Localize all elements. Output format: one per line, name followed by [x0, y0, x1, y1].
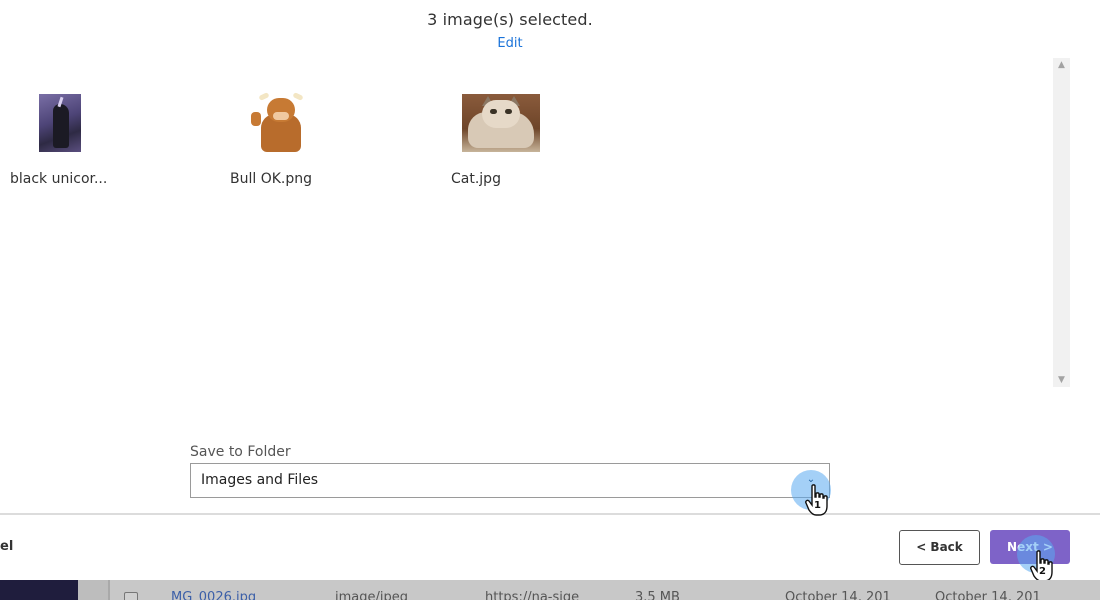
unicorn-thumbnail [39, 94, 81, 152]
scroll-up-icon[interactable]: ▲ [1053, 58, 1070, 72]
cancel-button[interactable]: el [0, 539, 13, 554]
edit-link[interactable]: Edit [0, 36, 1020, 51]
folder-select[interactable]: Images and Files [190, 463, 830, 498]
footer-divider [0, 513, 1100, 515]
selection-count-title: 3 image(s) selected. [427, 10, 593, 29]
scroll-down-icon[interactable]: ▼ [1053, 373, 1070, 387]
back-button[interactable]: < Back [899, 530, 980, 565]
table-cell-modified: October 14, 201 [935, 590, 1041, 600]
table-cell-url: https://na-sjge [485, 590, 580, 600]
table-cell-size: 3.5 MB [635, 590, 680, 600]
cat-thumbnail [462, 94, 540, 152]
cursor-step-badge: 2 [1039, 566, 1046, 577]
row-checkbox[interactable] [124, 592, 138, 600]
table-cell-created: October 14, 201 [785, 590, 891, 600]
image-caption: Cat.jpg [451, 171, 501, 187]
image-caption: black unicor... [10, 171, 108, 187]
folder-select-value: Images and Files [201, 472, 319, 488]
background-sidebar [0, 580, 78, 600]
bull-thumbnail [249, 92, 311, 152]
cursor-step-badge: 1 [814, 500, 821, 511]
image-caption: Bull OK.png [230, 171, 313, 187]
hand-cursor-icon: 2 [1030, 550, 1056, 584]
save-to-folder-label: Save to Folder [190, 444, 291, 460]
table-cell-filename[interactable]: MG_0026.jpg [171, 590, 256, 600]
image-grid-scrollbar[interactable]: ▲ ▼ [1053, 58, 1070, 387]
background-file-table: MG_0026.jpg image/jpeg https://na-sjge 3… [0, 580, 1100, 600]
table-cell-type: image/jpeg [335, 590, 408, 600]
hand-cursor-icon: 1 [805, 484, 831, 518]
